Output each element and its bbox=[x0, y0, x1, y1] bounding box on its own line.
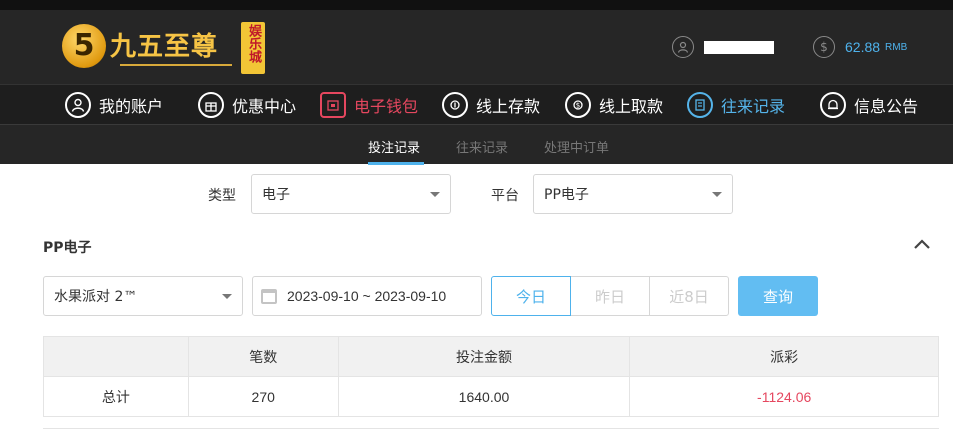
type-select[interactable]: 电子 bbox=[251, 174, 451, 214]
range-yesterday-button[interactable]: 昨日 bbox=[570, 276, 650, 316]
logo-emblem: 5 bbox=[62, 24, 106, 68]
calendar-icon bbox=[261, 288, 277, 304]
user-info[interactable] bbox=[672, 36, 774, 58]
column-header-count: 笔数 bbox=[187, 336, 339, 377]
summary-table: 笔数 投注金额 派彩 总计 270 1640.00 -1124.06 bbox=[43, 336, 939, 417]
total-payout: -1124.06 bbox=[629, 376, 939, 417]
bell-icon bbox=[820, 92, 846, 118]
platform-select-value: PP电子 bbox=[544, 187, 589, 203]
tab-transactions[interactable]: 往来记录 bbox=[456, 137, 508, 156]
nav-label-account: 我的账户 bbox=[99, 97, 164, 116]
brand-logo[interactable]: 5 九五至尊 娱乐城 bbox=[60, 16, 270, 78]
column-header-label bbox=[43, 336, 189, 377]
sub-tabs: 投注记录 往来记录 处理中订单 bbox=[0, 124, 953, 165]
brand-tag-text: 娱乐城 bbox=[246, 24, 261, 63]
dollar-icon: $ bbox=[813, 36, 835, 58]
date-range-value: 2023-09-10 ~ 2023-09-10 bbox=[287, 288, 447, 304]
svg-text:$: $ bbox=[576, 102, 580, 110]
game-select-value: 水果派对 2™ bbox=[54, 289, 138, 305]
logo-ornament bbox=[120, 64, 232, 66]
nav-item-records[interactable]: 往来记录 bbox=[687, 91, 785, 119]
range-today-button[interactable]: 今日 bbox=[491, 276, 571, 316]
records-icon bbox=[687, 92, 713, 118]
nav-label-announcements: 信息公告 bbox=[854, 97, 919, 116]
balance-currency: RMB bbox=[885, 41, 908, 53]
site-header: 5 九五至尊 娱乐城 $ 62.88 RMB bbox=[0, 10, 953, 84]
balance-value: 62.88 bbox=[845, 39, 881, 55]
type-select-value: 电子 bbox=[262, 187, 290, 203]
nav-label-promotions: 优惠中心 bbox=[232, 97, 297, 116]
chevron-down-icon bbox=[712, 192, 722, 197]
column-header-bet-amount: 投注金额 bbox=[337, 336, 631, 377]
total-label: 总计 bbox=[43, 376, 189, 417]
platform-label: 平台 bbox=[491, 188, 519, 204]
username-redacted bbox=[704, 40, 774, 54]
date-range-input[interactable]: 2023-09-10 ~ 2023-09-10 bbox=[252, 276, 482, 316]
brand-name: 九五至尊 bbox=[110, 32, 219, 62]
nav-item-account[interactable]: 我的账户 bbox=[65, 91, 163, 119]
nav-label-wallet: 电子钱包 bbox=[354, 97, 419, 116]
nav-label-withdraw: 线上取款 bbox=[599, 97, 664, 116]
user-icon bbox=[672, 36, 694, 58]
table-header-row: 笔数 投注金额 派彩 bbox=[43, 336, 939, 377]
gift-icon bbox=[198, 92, 224, 118]
active-tab-indicator bbox=[368, 162, 424, 165]
query-button[interactable]: 查询 bbox=[738, 276, 818, 316]
tab-bet-records[interactable]: 投注记录 bbox=[368, 137, 420, 156]
nav-item-withdraw[interactable]: $ 线上取款 bbox=[565, 91, 663, 119]
nav-item-wallet[interactable]: 电子钱包 bbox=[320, 91, 418, 119]
game-select[interactable]: 水果派对 2™ bbox=[43, 276, 243, 316]
user-icon bbox=[65, 92, 91, 118]
main-nav: 我的账户 优惠中心 电子钱包 线上存款 $ 线上取款 往来记录 信息公告 bbox=[0, 84, 953, 124]
nav-item-deposit[interactable]: 线上存款 bbox=[442, 91, 540, 119]
nav-label-deposit: 线上存款 bbox=[476, 97, 541, 116]
column-header-payout: 派彩 bbox=[629, 336, 939, 377]
type-label: 类型 bbox=[208, 188, 236, 204]
total-count: 270 bbox=[187, 376, 339, 417]
deposit-icon bbox=[442, 92, 468, 118]
withdraw-icon: $ bbox=[565, 92, 591, 118]
section-title: PP电子 bbox=[43, 240, 92, 256]
balance-display: $ 62.88 RMB bbox=[813, 36, 907, 58]
top-strip bbox=[0, 0, 953, 10]
nav-item-announcements[interactable]: 信息公告 bbox=[820, 91, 918, 119]
tab-pending-orders[interactable]: 处理中订单 bbox=[544, 137, 609, 156]
chevron-up-icon[interactable] bbox=[912, 236, 932, 252]
total-bet-amount: 1640.00 bbox=[337, 376, 631, 417]
platform-select[interactable]: PP电子 bbox=[533, 174, 733, 214]
chevron-down-icon bbox=[222, 294, 232, 299]
wallet-icon bbox=[320, 92, 346, 118]
table-row: 总计 270 1640.00 -1124.06 bbox=[43, 376, 939, 417]
brand-tag: 娱乐城 bbox=[241, 22, 265, 74]
chevron-down-icon bbox=[430, 192, 440, 197]
range-last8days-button[interactable]: 近8日 bbox=[649, 276, 729, 316]
nav-item-promotions[interactable]: 优惠中心 bbox=[198, 91, 296, 119]
nav-label-records: 往来记录 bbox=[721, 97, 786, 116]
